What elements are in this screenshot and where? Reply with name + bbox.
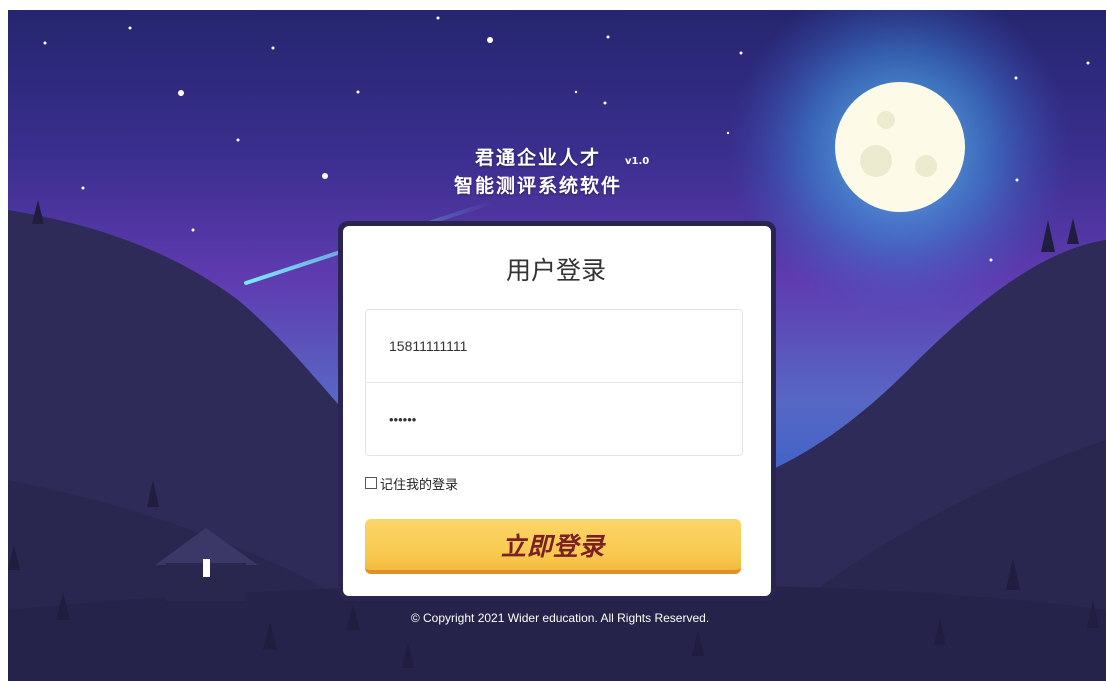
field-divider [366,382,742,383]
password-input[interactable] [367,385,739,453]
credential-fields [365,309,743,456]
login-card: 用户登录 记住我的登录 立即登录 [343,226,771,596]
username-input[interactable] [367,312,739,380]
login-title: 用户登录 [505,256,606,285]
remember-me-row[interactable]: 记住我的登录 [365,474,458,493]
login-button-label: 立即登录 [500,531,605,561]
app-title-line1: 君通企业人才 [475,147,602,169]
remember-me-label[interactable]: 记住我的登录 [380,474,458,493]
login-button[interactable]: 立即登录 [365,519,741,574]
copyright-notice: © Copyright 2021 Wider education. All Ri… [0,611,1106,625]
app-title-line2: 智能测评系统软件 [454,175,623,197]
version-badge: v1.0 [625,156,650,167]
moon-icon [835,82,965,212]
remember-me-checkbox[interactable] [365,477,377,489]
copyright-text: © Copyright 2021 Wider education. All Ri… [410,611,710,625]
